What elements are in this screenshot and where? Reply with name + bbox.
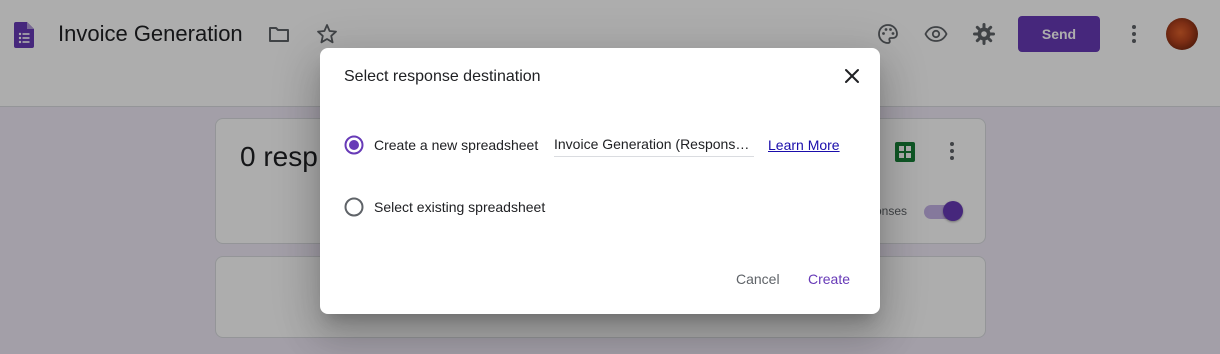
select-destination-dialog: Select response destination Create a new… [320, 48, 880, 314]
close-icon [845, 69, 859, 83]
option-label-select-existing[interactable]: Select existing spreadsheet [374, 199, 545, 215]
radio-create-new-spreadsheet[interactable] [344, 135, 364, 155]
option-label-create-new[interactable]: Create a new spreadsheet [374, 137, 538, 153]
dialog-title: Select response destination [344, 68, 541, 85]
spreadsheet-name-input[interactable] [554, 132, 754, 157]
radio-select-existing-spreadsheet[interactable] [344, 197, 364, 217]
create-button[interactable]: Create [808, 268, 850, 290]
cancel-button[interactable]: Cancel [736, 268, 780, 290]
close-button[interactable] [838, 62, 866, 90]
learn-more-link[interactable]: Learn More [768, 137, 840, 153]
